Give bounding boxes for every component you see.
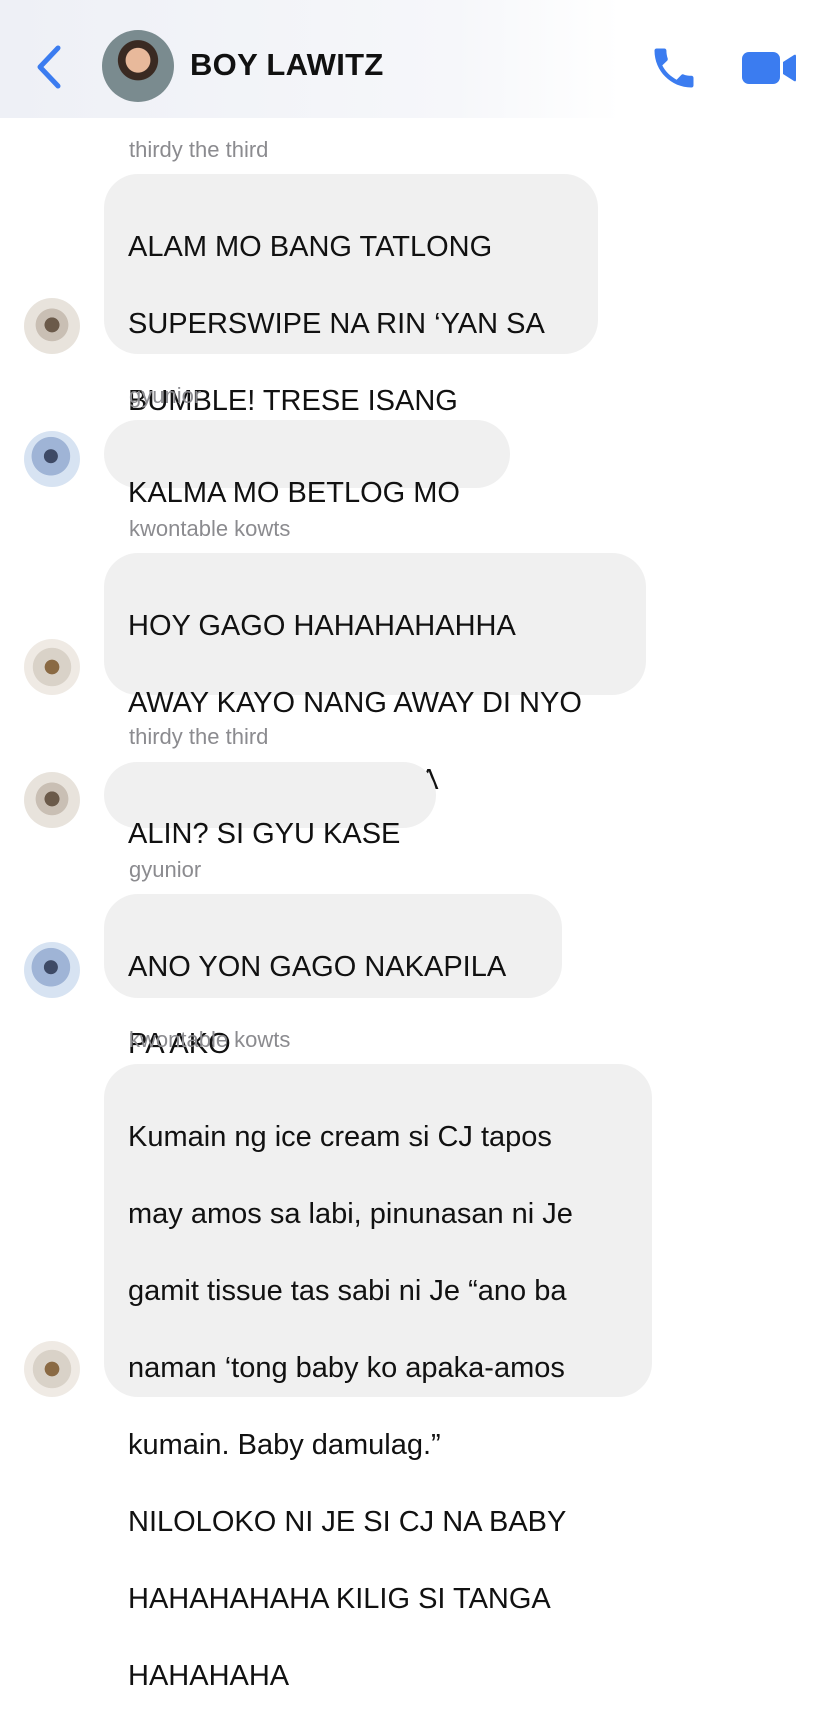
group-avatar[interactable] [102, 30, 174, 102]
message-line: gamit tissue tas sabi ni Je “ano ba [128, 1274, 567, 1307]
message-bubble[interactable]: ANO YON GAGO NAKAPILA PA AKO [104, 894, 562, 1060]
message-line: kumain. Baby damulag.” [128, 1428, 441, 1461]
message-line: ALIN? SI GYU KASE [128, 817, 401, 850]
sender-name: gyunior [129, 857, 202, 882]
message-bubble[interactable]: ALIN? SI GYU KASE [104, 762, 436, 850]
message-line: HOY GAGO HAHAHAHAHHA [128, 609, 516, 642]
message-line: HAHAHAHAHA KILIG SI TANGA [128, 1582, 551, 1615]
video-camera-icon [742, 52, 796, 84]
sender-name: kwontable kowts [129, 516, 291, 541]
sender-name: thirdy the third [129, 137, 269, 162]
avatar[interactable] [24, 639, 80, 695]
message-bubble[interactable]: HOY GAGO HAHAHAHAHHA AWAY KAYO NANG AWAY… [104, 553, 646, 796]
video-call-button[interactable] [740, 47, 798, 89]
avatar[interactable] [24, 431, 80, 487]
message-line: SUPERSWIPE NA RIN ‘YAN SA [128, 307, 545, 340]
message-line: naman ‘tong baby ko apaka-amos [128, 1351, 565, 1384]
message-bubble[interactable]: KALMA MO BETLOG MO [104, 420, 510, 509]
message-bubble[interactable]: ALAM MO BANG TATLONG SUPERSWIPE NA RIN ‘… [104, 174, 598, 494]
message-line: HAHAHAHA [128, 1659, 290, 1692]
avatar[interactable] [24, 1341, 80, 1397]
call-button[interactable] [648, 42, 700, 94]
message-line: NILOLOKO NI JE SI CJ NA BABY [128, 1505, 567, 1538]
message-line: may amos sa labi, pinunasan ni Je [128, 1197, 573, 1230]
back-button[interactable] [30, 42, 70, 92]
sender-name: gyunior [129, 383, 202, 408]
chat-header: BOY LAWITZ [0, 0, 828, 118]
message-line: Kumain ng ice cream si CJ tapos [128, 1120, 552, 1153]
sender-name: thirdy the third [129, 724, 269, 749]
message-line: ALAM MO BANG TATLONG [128, 230, 493, 263]
avatar[interactable] [24, 772, 80, 828]
chat-title[interactable]: BOY LAWITZ [190, 47, 384, 83]
message-bubble[interactable]: Kumain ng ice cream si CJ tapos may amos… [104, 1064, 652, 1692]
chevron-left-icon [37, 45, 61, 89]
avatar[interactable] [24, 298, 80, 354]
avatar[interactable] [24, 942, 80, 998]
message-line: ANO YON GAGO NAKAPILA [128, 950, 507, 983]
phone-icon [654, 48, 694, 88]
message-line: AWAY KAYO NANG AWAY DI NYO [128, 686, 582, 719]
message-line: KALMA MO BETLOG MO [128, 476, 460, 509]
sender-name: kwontable kowts [129, 1027, 291, 1052]
